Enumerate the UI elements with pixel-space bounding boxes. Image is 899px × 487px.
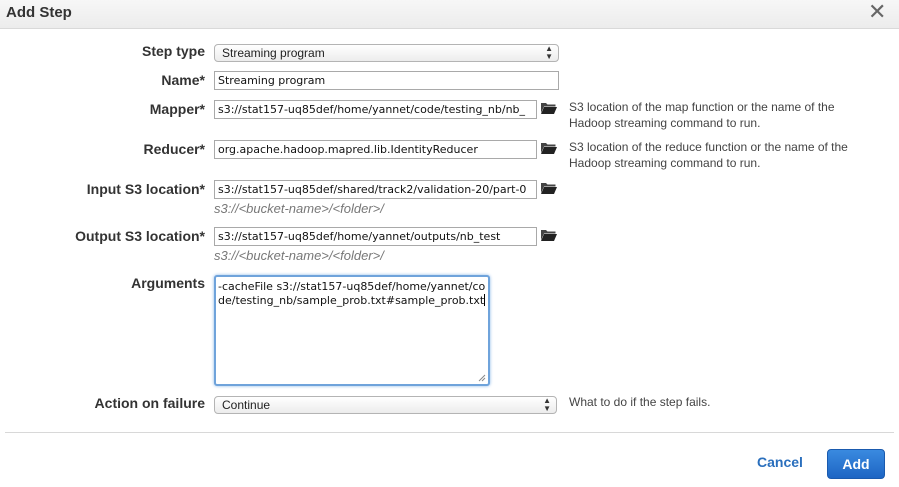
- name-input[interactable]: Streaming program: [214, 71, 559, 90]
- mapper-input[interactable]: s3://stat157-uq85def/home/yannet/code/te…: [214, 100, 537, 119]
- output-location-label: Output S3 location*: [75, 228, 205, 244]
- action-on-failure-label: Action on failure: [94, 395, 205, 411]
- action-on-failure-select[interactable]: Continue ▲ ▼: [214, 396, 557, 414]
- input-location-label: Input S3 location*: [86, 181, 205, 197]
- select-arrows-icon: ▲ ▼: [545, 44, 553, 61]
- name-label: Name*: [161, 72, 205, 88]
- reducer-help-line-2: Hadoop streaming command to run.: [569, 156, 761, 170]
- mapper-help: S3 location of the map function or the n…: [569, 99, 835, 131]
- output-location-hint: s3://<bucket-name>/<folder>/: [214, 248, 384, 263]
- resize-handle-icon[interactable]: [478, 374, 486, 382]
- reducer-help: S3 location of the reduce function or th…: [569, 139, 848, 171]
- cancel-button[interactable]: Cancel: [757, 454, 803, 470]
- step-type-select[interactable]: Streaming program ▲ ▼: [214, 44, 559, 62]
- arguments-textarea[interactable]: -cacheFile s3://stat157-uq85def/home/yan…: [214, 275, 490, 386]
- text-caret: [484, 294, 486, 306]
- action-on-failure-value: Continue: [222, 398, 271, 412]
- mapper-help-line-1: S3 location of the map function or the n…: [569, 100, 835, 114]
- select-arrows-icon: ▲ ▼: [543, 396, 551, 413]
- output-location-input[interactable]: s3://stat157-uq85def/home/yannet/outputs…: [214, 227, 537, 246]
- add-button[interactable]: Add: [827, 449, 885, 479]
- reducer-input[interactable]: org.apache.hadoop.mapred.lib.IdentityRed…: [214, 140, 537, 159]
- folder-open-icon[interactable]: [540, 101, 558, 115]
- dialog-titlebar: Add Step ✕: [0, 0, 899, 29]
- folder-open-icon[interactable]: [540, 181, 558, 195]
- step-type-value: Streaming program: [222, 46, 325, 60]
- folder-open-icon[interactable]: [540, 228, 558, 242]
- step-type-label: Step type: [141, 43, 205, 59]
- reducer-help-line-1: S3 location of the reduce function or th…: [569, 140, 848, 154]
- mapper-help-line-2: Hadoop streaming command to run.: [569, 116, 761, 130]
- action-on-failure-help: What to do if the step fails.: [569, 395, 711, 409]
- arguments-text: -cacheFile s3://stat157-uq85def/home/yan…: [218, 280, 486, 307]
- input-location-input[interactable]: s3://stat157-uq85def/shared/track2/valid…: [214, 180, 537, 199]
- dialog-title: Add Step: [6, 4, 72, 21]
- mapper-label: Mapper*: [149, 101, 205, 117]
- footer-divider: [5, 432, 894, 433]
- close-icon[interactable]: ✕: [868, 0, 886, 24]
- input-location-hint: s3://<bucket-name>/<folder>/: [214, 201, 384, 216]
- arguments-label: Arguments: [131, 275, 205, 291]
- folder-open-icon[interactable]: [540, 141, 558, 155]
- reducer-label: Reducer*: [143, 141, 205, 157]
